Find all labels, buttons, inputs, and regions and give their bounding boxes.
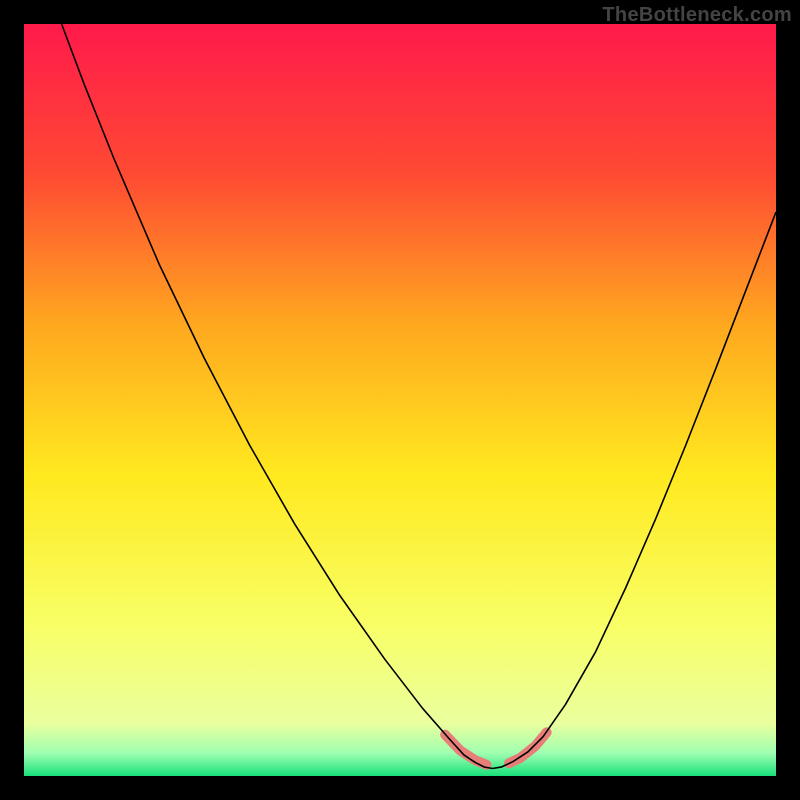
bottleneck-chart	[24, 24, 776, 776]
chart-frame: TheBottleneck.com	[0, 0, 800, 800]
plot-background	[24, 24, 776, 776]
